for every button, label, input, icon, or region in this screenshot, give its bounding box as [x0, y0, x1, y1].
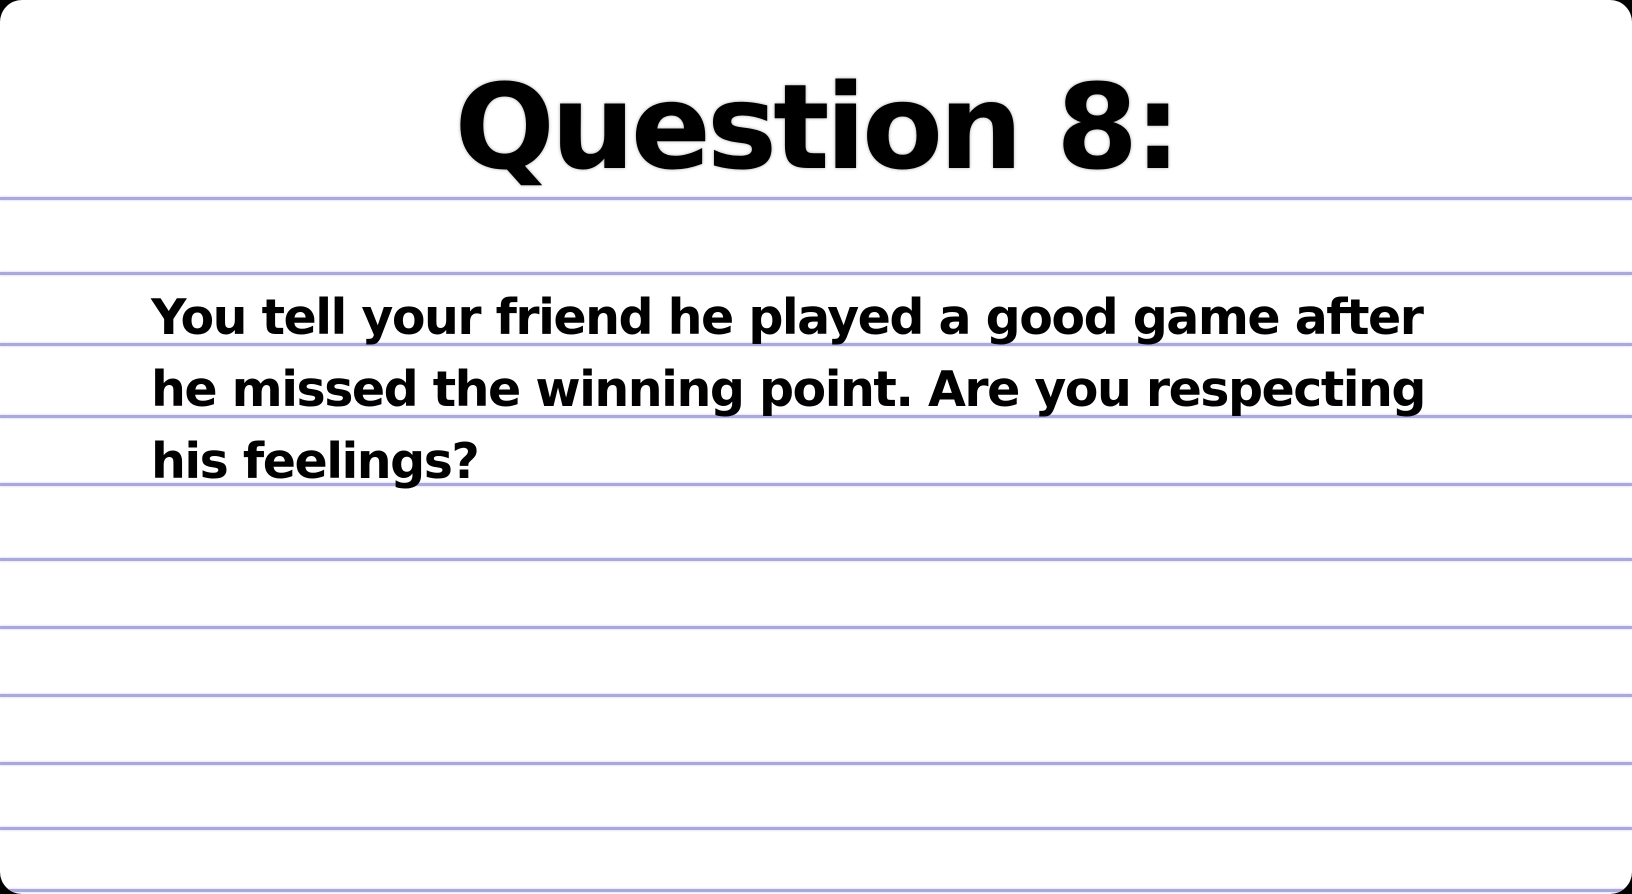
question-text: You tell your friend he played a good ga… — [151, 289, 1427, 490]
ruled-line — [0, 626, 1632, 629]
slide-card: Question 8: You tell your friend he play… — [0, 0, 1632, 894]
ruled-line — [0, 558, 1632, 561]
question-title: Question 8: — [454, 58, 1182, 196]
ruled-line — [0, 694, 1632, 697]
ruled-line — [0, 272, 1632, 275]
ruled-line — [0, 827, 1632, 830]
ruled-line — [0, 889, 1632, 892]
ruled-line — [0, 762, 1632, 765]
